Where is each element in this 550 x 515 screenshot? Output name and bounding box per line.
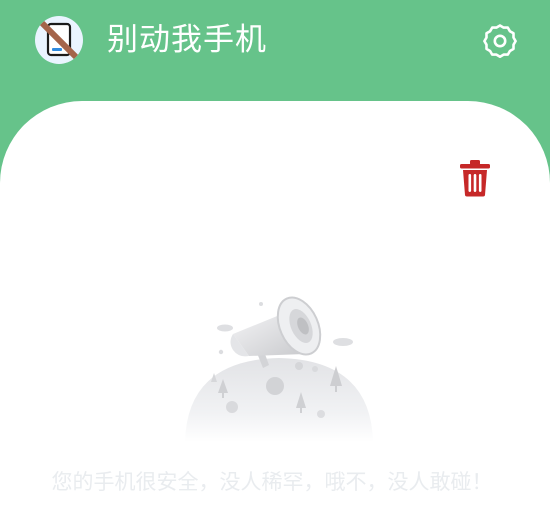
phone-slash-icon <box>35 16 83 64</box>
trash-icon[interactable] <box>458 158 492 198</box>
app-header: 别动我手机 <box>0 0 550 100</box>
gear-icon[interactable] <box>480 20 520 60</box>
megaphone-on-globe-icon <box>175 282 385 452</box>
app-title: 别动我手机 <box>107 22 267 58</box>
empty-state-message: 您的手机很安全，没人稀罕，哦不，没人敢碰！ <box>51 470 493 494</box>
